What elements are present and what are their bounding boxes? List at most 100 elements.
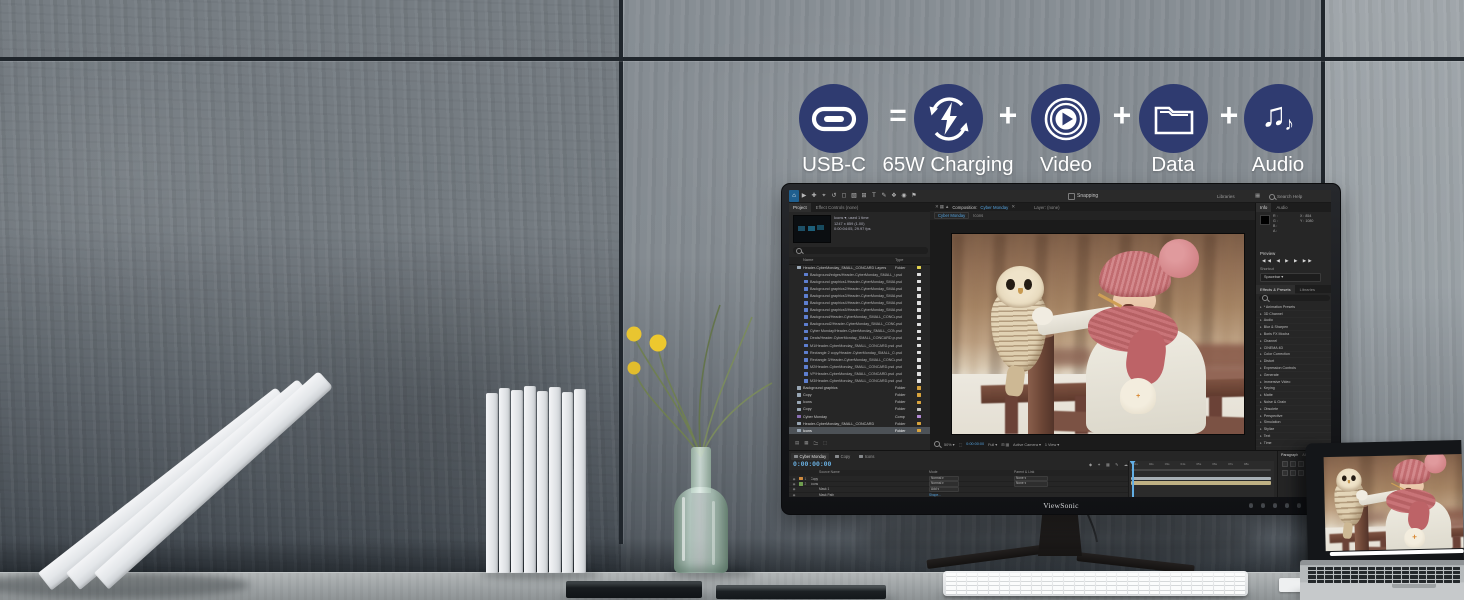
tool-icon[interactable]: ⌂: [789, 190, 799, 202]
effects-category[interactable]: ▸ Keying: [1256, 386, 1331, 393]
project-row[interactable]: Background graphics2/Header-CyberMonday_…: [789, 285, 930, 292]
project-row[interactable]: Icons Folder: [789, 427, 930, 434]
playhead[interactable]: [1132, 461, 1134, 497]
effects-category[interactable]: ▸ Stylize: [1256, 426, 1331, 433]
effects-category[interactable]: ▸ Text: [1256, 433, 1331, 440]
tool-icon[interactable]: ⊞: [859, 190, 869, 202]
tool-icon[interactable]: ✎: [879, 190, 889, 202]
work-area-bar[interactable]: [1131, 469, 1271, 472]
project-row[interactable]: M3/Header-CyberMonday_SMALL_CONCARD.psd …: [789, 378, 930, 385]
effects-category[interactable]: ▸ Matte: [1256, 392, 1331, 399]
project-footer-icon[interactable]: ⬚: [823, 440, 827, 448]
project-footer-icon[interactable]: ▦: [804, 440, 808, 448]
view-select[interactable]: 1 View ▾: [1045, 442, 1059, 447]
project-search-field[interactable]: [793, 247, 928, 254]
shortcut-dropdown[interactable]: Spacebar ▾: [1260, 273, 1321, 282]
project-row[interactable]: Background2/Header-CyberMonday_SMALL_CON…: [789, 321, 930, 328]
tab-layer[interactable]: Layer: (none): [1034, 205, 1060, 210]
project-row[interactable]: Background/edges/Header-CyberMonday_SMAL…: [789, 271, 930, 278]
tab-effects-presets[interactable]: Effects & Presets: [1256, 285, 1295, 294]
effects-category[interactable]: ▸ Noise & Grain: [1256, 399, 1331, 406]
effects-category[interactable]: ▸ Distort: [1256, 358, 1331, 365]
tool-icon[interactable]: T: [869, 190, 879, 202]
tab-project[interactable]: Project: [789, 203, 811, 212]
tool-icon[interactable]: ▶: [799, 190, 809, 202]
project-row[interactable]: Deals/Header-CyberMonday_SMALL_CONCARD.p…: [789, 335, 930, 342]
visibility-icon[interactable]: ◉: [789, 482, 799, 486]
resolution-select[interactable]: Full ▾: [988, 442, 997, 447]
project-row[interactable]: Cyber Monday Comp: [789, 413, 930, 420]
composition-name[interactable]: Cyber Monday: [980, 205, 1008, 210]
monitor-control-button[interactable]: [1285, 504, 1289, 508]
timeline-layer-row[interactable]: ◉ Mask Path Shape...: [789, 493, 1128, 497]
project-row[interactable]: Background graphics1/Header-CyberMonday_…: [789, 278, 930, 285]
workspace-icon[interactable]: ▦: [1255, 193, 1260, 199]
tool-icon[interactable]: ↺: [829, 190, 839, 202]
blend-mode-dropdown[interactable]: Add ▾: [929, 487, 959, 492]
snapping-checkbox[interactable]: [1068, 193, 1075, 200]
visibility-icon[interactable]: ◉: [789, 487, 799, 491]
timeline-tab-copy[interactable]: Copy: [832, 453, 853, 460]
project-row[interactable]: Copy Folder: [789, 392, 930, 399]
tool-icon[interactable]: ✚: [809, 190, 819, 202]
parent-link-dropdown[interactable]: None ▾: [1014, 481, 1048, 486]
viewport-timecode[interactable]: 0:00:00:00: [966, 442, 984, 446]
current-timecode[interactable]: 0:00:00:00: [793, 461, 831, 468]
layer-duration-bar[interactable]: [1131, 481, 1271, 485]
project-row[interactable]: Background/Header-CyberMonday_SMALL_CONC…: [789, 314, 930, 321]
effects-category[interactable]: ▸ Generate: [1256, 372, 1331, 379]
effects-category[interactable]: ▸ Expression Controls: [1256, 365, 1331, 372]
project-row[interactable]: Copy Folder: [789, 406, 930, 413]
preview-transport-buttons[interactable]: ◀◀ ◀ ▶ ▶ ▶▶: [1262, 258, 1314, 264]
tool-icon[interactable]: ⚑: [909, 190, 919, 202]
effects-category[interactable]: ▸ * Animation Presets: [1256, 304, 1331, 311]
project-row[interactable]: Background graphics3/Header-CyberMonday_…: [789, 292, 930, 299]
tool-icon[interactable]: ▧: [849, 190, 859, 202]
project-row[interactable]: Rectangle 2 copy/Header-CyberMonday_SMAL…: [789, 349, 930, 356]
project-row[interactable]: Header-CyberMonday_SMALL_CONCARD Layers …: [789, 264, 930, 271]
effects-category[interactable]: ▸ Perspective: [1256, 413, 1331, 420]
subtab-icons[interactable]: Icons: [973, 213, 983, 218]
monitor-control-button[interactable]: [1261, 504, 1265, 508]
monitor-control-button[interactable]: [1249, 504, 1253, 508]
project-footer-icon[interactable]: ▤: [795, 440, 799, 448]
effects-category[interactable]: ▸ Channel: [1256, 338, 1331, 345]
tool-icon[interactable]: ◻: [839, 190, 849, 202]
effects-category[interactable]: ▸ CINEMA 4D: [1256, 345, 1331, 352]
project-row[interactable]: Background graphics Folder: [789, 385, 930, 392]
effects-search-field[interactable]: [1259, 295, 1330, 301]
project-row[interactable]: VP/Header-CyberMonday_SMALL_CONCARD.psd …: [789, 370, 930, 377]
effects-category[interactable]: ▸ Audio: [1256, 318, 1331, 325]
tab-libraries[interactable]: Libraries: [1295, 287, 1320, 292]
project-row[interactable]: Header-CyberMonday_SMALL_CONCARD Folder: [789, 420, 930, 427]
effects-category[interactable]: ▸ Color Correction: [1256, 352, 1331, 359]
timeline-ruler[interactable]: 01s02s03s04s05s06s07s08s: [1128, 461, 1274, 497]
monitor-control-button[interactable]: [1273, 504, 1277, 508]
visibility-icon[interactable]: ◉: [789, 493, 799, 497]
effects-category[interactable]: ▸ Simulation: [1256, 420, 1331, 427]
tab-info[interactable]: Info: [1256, 203, 1271, 212]
project-row[interactable]: M1/Header-CyberMonday_SMALL_CONCARD.psd …: [789, 342, 930, 349]
tool-icon[interactable]: ◉: [899, 190, 909, 202]
blend-mode-dropdown[interactable]: Normal ▾: [929, 481, 959, 486]
project-row[interactable]: Icons Folder: [789, 399, 930, 406]
subtab-cyber-monday[interactable]: Cyber Monday: [934, 212, 969, 219]
project-row[interactable]: Cyber Monday/Header-CyberMonday_SMALL_CO…: [789, 328, 930, 335]
tab-effect-controls[interactable]: Effect Controls (none): [811, 205, 864, 210]
effects-category[interactable]: ▸ 3D Channel: [1256, 311, 1331, 318]
tab-composition[interactable]: Composition:: [952, 205, 977, 210]
timeline-toggle-icons[interactable]: ◆ ✦ ▦ ✎ ☁: [1089, 462, 1130, 467]
effects-category[interactable]: ▸ Obsolete: [1256, 406, 1331, 413]
project-row[interactable]: Background graphics4/Header-CyberMonday_…: [789, 299, 930, 306]
camera-select[interactable]: Active Camera ▾: [1013, 442, 1041, 447]
effects-category[interactable]: ▸ Blur & Sharpen: [1256, 324, 1331, 331]
tool-icon[interactable]: ❖: [889, 190, 899, 202]
project-row[interactable]: Rectangle 3/Header-CyberMonday_SMALL_CON…: [789, 356, 930, 363]
tool-icon[interactable]: ⌖: [819, 190, 829, 202]
visibility-icon[interactable]: ◉: [789, 477, 799, 481]
property-value[interactable]: Shape...: [929, 493, 941, 497]
libraries-label[interactable]: Libraries: [1217, 194, 1235, 199]
project-footer-icon[interactable]: 🗀: [814, 440, 819, 448]
tab-audio[interactable]: Audio: [1271, 205, 1292, 210]
timeline-tab-cyber-monday[interactable]: Cyber Monday: [791, 453, 829, 460]
